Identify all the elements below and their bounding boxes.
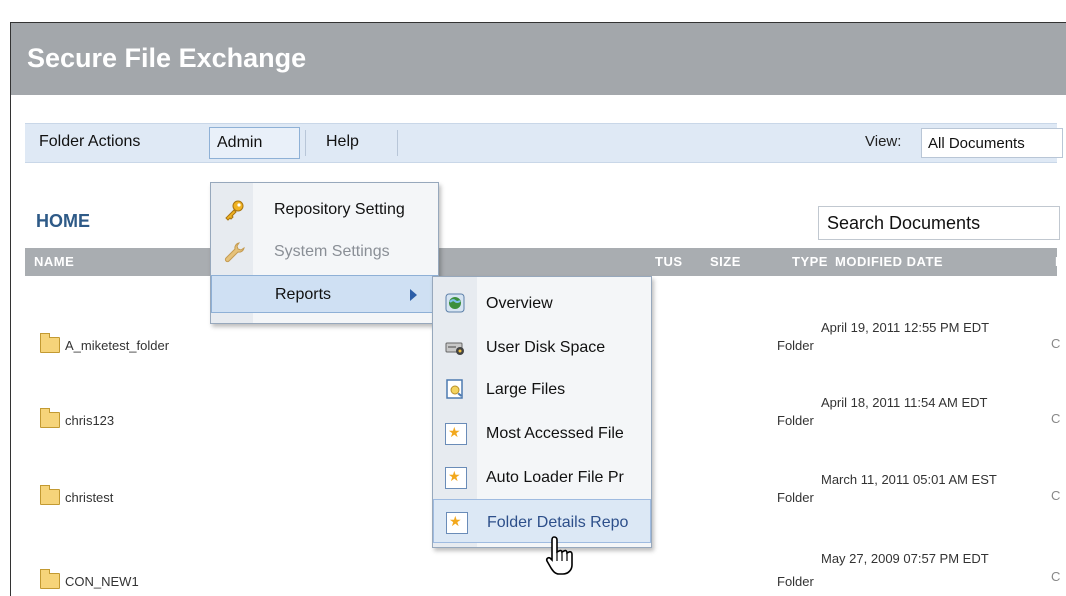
column-header-name[interactable]: NAME xyxy=(34,254,74,269)
document-search-icon xyxy=(446,379,463,399)
view-select[interactable]: All Documents xyxy=(921,128,1063,158)
view-label: View: xyxy=(865,133,902,150)
globe-icon xyxy=(445,293,465,313)
admin-menu[interactable]: Admin xyxy=(209,127,300,159)
key-icon xyxy=(225,200,244,221)
breadcrumb-home[interactable]: HOME xyxy=(36,211,90,232)
star-document-icon xyxy=(445,423,467,445)
row-name[interactable]: christest xyxy=(65,490,113,505)
row-modified: April 19, 2011 12:55 PM EDT xyxy=(821,320,990,335)
disk-icon xyxy=(445,342,464,355)
row-type: Folder xyxy=(777,490,814,505)
row-name[interactable]: chris123 xyxy=(65,413,114,428)
app-title: Secure File Exchange xyxy=(27,43,307,73)
submenu-arrow-icon xyxy=(410,289,417,301)
folder-icon xyxy=(40,408,60,428)
search-input[interactable]: Search Documents xyxy=(818,206,1060,240)
help-menu[interactable]: Help xyxy=(326,133,359,151)
menu-item-auto-loader-file[interactable]: Auto Loader File Pr xyxy=(433,455,651,499)
column-header-status[interactable]: TUS xyxy=(655,254,683,269)
row-type: Folder xyxy=(777,574,814,589)
title-bar: Secure File Exchange xyxy=(11,23,1066,95)
row-modified: March 11, 2011 05:01 AM EST xyxy=(821,472,997,487)
folder-actions-menu[interactable]: Folder Actions xyxy=(39,133,140,151)
menu-item-label: Folder Details Repo xyxy=(487,514,629,531)
search-placeholder: Search Documents xyxy=(827,213,981,233)
admin-dropdown-menu: Repository Setting System Settings Repor… xyxy=(210,182,439,324)
row-last: C xyxy=(1051,569,1061,584)
folder-icon xyxy=(40,485,60,505)
row-name[interactable]: A_miketest_folder xyxy=(65,338,169,353)
row-type: Folder xyxy=(777,413,814,428)
column-header-modified[interactable]: MODIFIED DATE xyxy=(835,254,943,269)
menu-item-label: Overview xyxy=(486,295,553,312)
menu-item-label: Most Accessed File xyxy=(486,425,624,442)
row-modified: April 18, 2011 11:54 AM EDT xyxy=(821,395,988,410)
toolbar-divider xyxy=(305,130,306,156)
row-last: C xyxy=(1051,411,1061,426)
row-name[interactable]: CON_NEW1 xyxy=(65,574,139,589)
menu-item-most-accessed-files[interactable]: Most Accessed File xyxy=(433,411,651,455)
menu-item-large-files[interactable]: Large Files xyxy=(433,367,651,411)
column-header-type[interactable]: TYPE xyxy=(792,254,828,269)
menu-item-label: User Disk Space xyxy=(486,339,606,356)
row-last: C xyxy=(1051,336,1061,351)
menu-item-label: Reports xyxy=(275,286,332,303)
table-header: NAME TUS SIZE TYPE MODIFIED DATE L xyxy=(25,248,1063,276)
hand-cursor-icon xyxy=(545,536,573,575)
folder-icon xyxy=(40,333,60,353)
menu-item-repository-settings[interactable]: Repository Setting xyxy=(211,191,438,229)
folder-icon xyxy=(40,569,60,589)
reports-submenu: Overview User Disk Space Large Files Mos… xyxy=(432,276,652,548)
menu-item-user-disk-space[interactable]: User Disk Space xyxy=(433,325,651,369)
wrench-icon xyxy=(224,242,245,263)
menu-item-label: Auto Loader File Pr xyxy=(486,469,624,486)
row-last: C xyxy=(1051,488,1061,503)
view-select-value: All Documents xyxy=(928,135,1025,152)
row-modified: May 27, 2009 07:57 PM EDT xyxy=(821,551,989,566)
menu-item-label: Large Files xyxy=(486,381,566,398)
star-document-icon xyxy=(446,512,468,534)
toolbar-divider xyxy=(397,130,398,156)
column-header-size[interactable]: SIZE xyxy=(710,254,741,269)
menu-item-overview[interactable]: Overview xyxy=(433,281,651,325)
menu-item-folder-details-report[interactable]: Folder Details Repo xyxy=(433,499,651,543)
row-type: Folder xyxy=(777,338,814,353)
menu-item-reports[interactable]: Reports xyxy=(211,275,438,313)
admin-menu-label: Admin xyxy=(217,134,263,151)
menu-item-system-settings[interactable]: System Settings xyxy=(211,233,438,271)
star-document-icon xyxy=(445,467,467,489)
toolbar: Folder Actions Admin Help View: All Docu… xyxy=(25,123,1063,163)
column-header-last[interactable]: L xyxy=(1055,254,1063,269)
menu-item-label: Repository Setting xyxy=(274,201,405,218)
menu-item-label: System Settings xyxy=(274,243,390,260)
